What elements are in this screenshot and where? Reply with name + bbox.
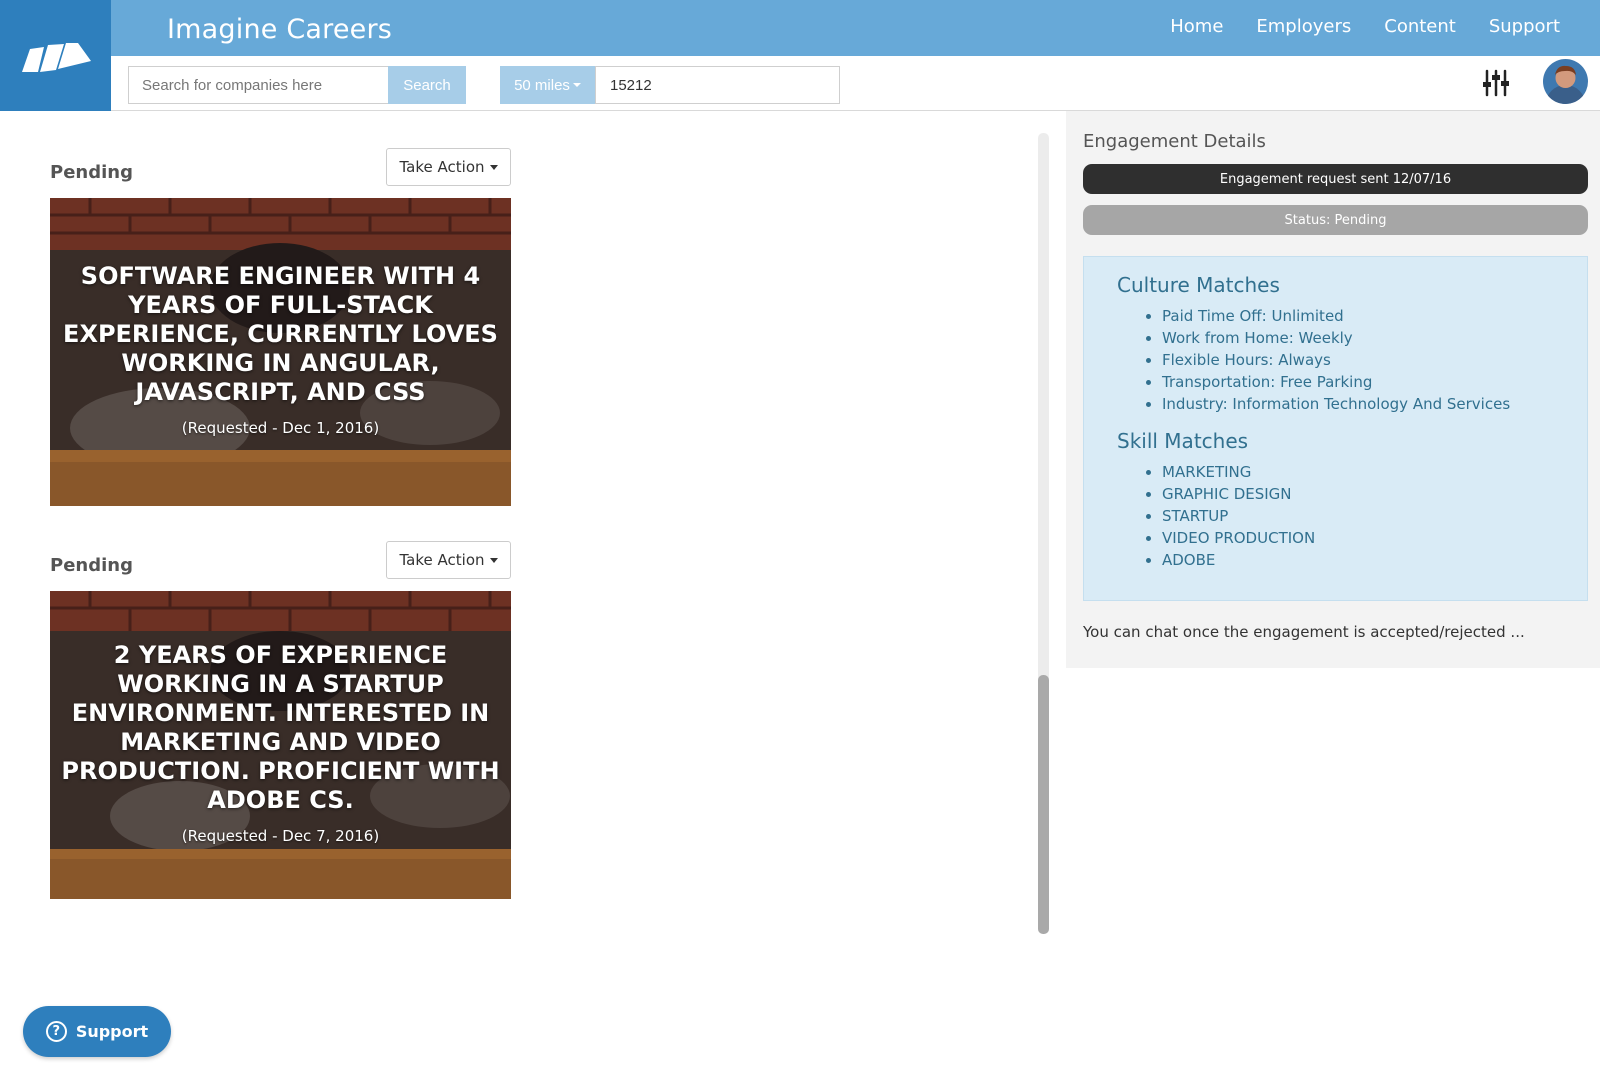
engagement-item: Pending Take Action Software Engineer wi… — [50, 148, 511, 506]
support-button[interactable]: ? Support — [23, 1006, 171, 1057]
skill-matches-list: MARKETING GRAPHIC DESIGN STARTUP VIDEO P… — [1117, 461, 1587, 571]
app-logo[interactable] — [0, 0, 111, 111]
list-item: ADOBE — [1162, 549, 1587, 571]
chat-note: You can chat once the engagement is acce… — [1083, 623, 1525, 641]
engagement-status: Pending — [50, 162, 133, 183]
radius-label: 50 miles — [514, 76, 570, 94]
engagement-item: Pending Take Action 2 years of experienc… — [50, 541, 511, 899]
book-logo-icon — [21, 42, 91, 72]
search-button[interactable]: Search — [388, 66, 466, 104]
engagement-header: Pending Take Action — [50, 148, 511, 198]
list-item: Industry: Information Technology And Ser… — [1162, 393, 1587, 415]
engagement-details-panel: Engagement Details Engagement request se… — [1066, 111, 1600, 668]
nav-employers[interactable]: Employers — [1256, 16, 1351, 37]
scrollbar-thumb[interactable] — [1038, 675, 1049, 934]
candidate-card[interactable]: Software Engineer with 4 years of full-s… — [50, 198, 511, 506]
caret-down-icon — [489, 164, 498, 170]
caret-down-icon — [572, 83, 581, 87]
radius-dropdown[interactable]: 50 miles — [500, 66, 595, 104]
list-item: VIDEO PRODUCTION — [1162, 527, 1587, 549]
candidate-summary: Software Engineer with 4 years of full-s… — [63, 262, 498, 406]
panel-title: Engagement Details — [1083, 131, 1266, 152]
user-avatar[interactable] — [1543, 59, 1588, 104]
question-circle-icon: ? — [45, 1021, 67, 1042]
take-action-dropdown[interactable]: Take Action — [386, 541, 511, 579]
list-item: Flexible Hours: Always — [1162, 349, 1587, 371]
list-item: Paid Time Off: Unlimited — [1162, 305, 1587, 327]
candidate-card[interactable]: 2 years of experience working in a start… — [50, 591, 511, 899]
company-search-input[interactable] — [128, 66, 390, 104]
take-action-label: Take Action — [399, 551, 485, 569]
caret-down-icon — [489, 557, 498, 563]
sliders-icon[interactable] — [1481, 68, 1511, 98]
request-date: (Requested - Dec 1, 2016) — [181, 419, 380, 437]
list-scrollbar[interactable] — [1038, 133, 1049, 934]
zip-code-input[interactable] — [595, 66, 840, 104]
list-item: Transportation: Free Parking — [1162, 371, 1587, 393]
card-content: Software Engineer with 4 years of full-s… — [60, 262, 501, 437]
request-sent-badge: Engagement request sent 12/07/16 — [1083, 164, 1588, 194]
skill-matches-heading: Skill Matches — [1117, 429, 1249, 453]
brand-title[interactable]: Imagine Careers — [167, 14, 392, 45]
list-item: STARTUP — [1162, 505, 1587, 527]
request-date: (Requested - Dec 7, 2016) — [181, 827, 380, 845]
take-action-label: Take Action — [399, 158, 485, 176]
take-action-dropdown[interactable]: Take Action — [386, 148, 511, 186]
culture-matches-list: Paid Time Off: Unlimited Work from Home:… — [1117, 305, 1587, 415]
support-label: Support — [75, 1022, 149, 1041]
main-nav: Home Employers Content Support — [1137, 16, 1560, 37]
card-content: 2 years of experience working in a start… — [60, 641, 501, 845]
matches-box: Culture Matches Paid Time Off: Unlimited… — [1083, 256, 1588, 601]
list-item: Work from Home: Weekly — [1162, 327, 1587, 349]
nav-content[interactable]: Content — [1384, 16, 1456, 37]
engagement-status: Pending — [50, 555, 133, 576]
search-bar: Search 50 miles — [111, 56, 1600, 111]
list-item: GRAPHIC DESIGN — [1162, 483, 1587, 505]
nav-support[interactable]: Support — [1489, 16, 1560, 37]
top-navbar: Imagine Careers Home Employers Content S… — [111, 0, 1600, 56]
status-badge: Status: Pending — [1083, 205, 1588, 235]
list-item: MARKETING — [1162, 461, 1587, 483]
culture-matches-heading: Culture Matches — [1117, 273, 1280, 297]
engagement-header: Pending Take Action — [50, 541, 511, 591]
nav-home[interactable]: Home — [1170, 16, 1223, 37]
candidate-summary: 2 years of experience working in a start… — [61, 641, 500, 814]
